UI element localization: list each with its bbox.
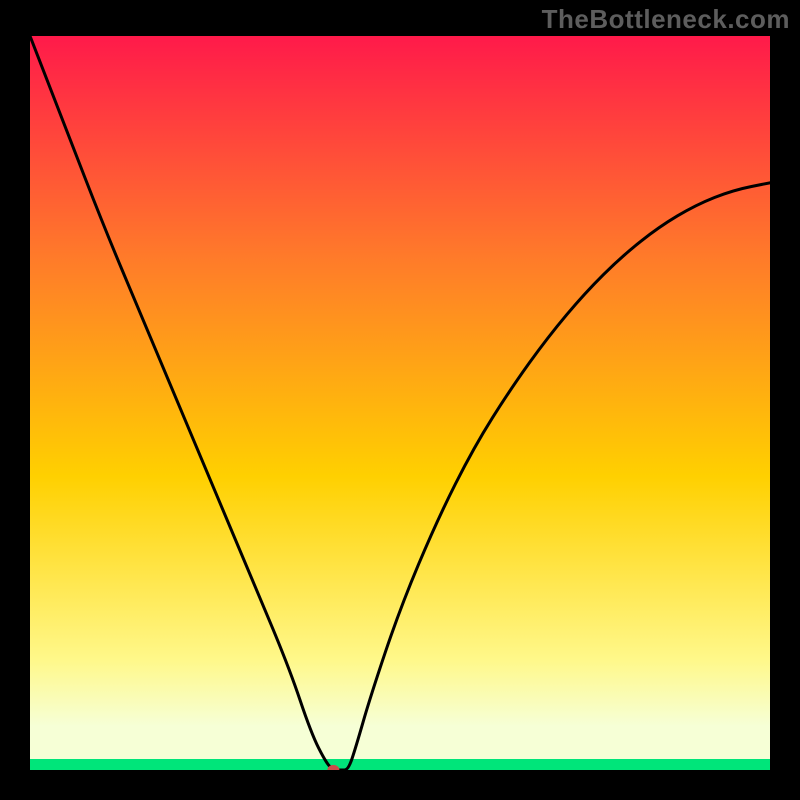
- watermark-text: TheBottleneck.com: [542, 4, 790, 35]
- gradient-background: [30, 36, 770, 770]
- bottleneck-plot: [30, 36, 770, 770]
- chart-frame: TheBottleneck.com: [0, 0, 800, 800]
